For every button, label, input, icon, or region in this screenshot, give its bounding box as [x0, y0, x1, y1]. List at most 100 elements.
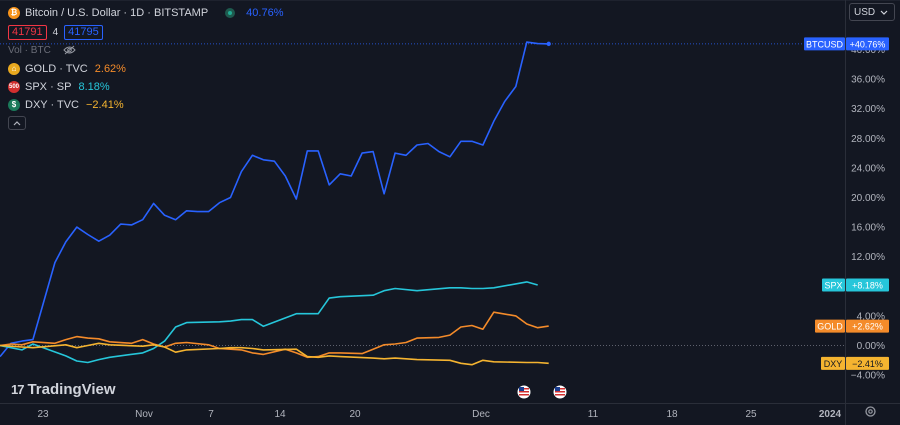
data-point-dxy[interactable]: [219, 348, 221, 350]
data-point-dxy[interactable]: [482, 359, 484, 361]
data-point-gold[interactable]: [449, 334, 451, 336]
data-point-gold[interactable]: [252, 352, 254, 354]
data-point-btcusd[interactable]: [230, 197, 232, 199]
data-point-spx[interactable]: [76, 360, 78, 362]
data-point-dxy[interactable]: [493, 361, 495, 363]
data-point-gold[interactable]: [65, 339, 67, 341]
data-point-spx[interactable]: [109, 356, 111, 358]
data-point-gold[interactable]: [142, 339, 144, 341]
data-point-spx[interactable]: [186, 322, 188, 324]
data-point-btcusd[interactable]: [394, 152, 396, 154]
data-point-gold[interactable]: [175, 342, 177, 344]
data-point-spx[interactable]: [317, 313, 319, 315]
data-point-gold[interactable]: [328, 352, 330, 354]
data-point-dxy[interactable]: [526, 362, 528, 364]
data-point-spx[interactable]: [372, 294, 374, 296]
data-point-spx[interactable]: [328, 297, 330, 299]
data-point-btcusd[interactable]: [405, 154, 407, 156]
data-point-dxy[interactable]: [21, 346, 23, 348]
data-point-btcusd[interactable]: [219, 202, 221, 204]
data-point-btcusd[interactable]: [460, 140, 462, 142]
data-point-dxy[interactable]: [186, 349, 188, 351]
data-point-btcusd[interactable]: [427, 143, 429, 145]
data-point-btcusd[interactable]: [208, 211, 210, 213]
data-point-spx[interactable]: [262, 325, 264, 327]
data-point-btcusd[interactable]: [32, 339, 34, 341]
data-point-gold[interactable]: [109, 341, 111, 343]
legend-item-spx[interactable]: 500 SPX · SP 8.18%: [8, 78, 283, 96]
data-point-btcusd[interactable]: [186, 210, 188, 212]
data-point-gold[interactable]: [262, 353, 264, 355]
data-point-btcusd[interactable]: [109, 234, 111, 236]
data-point-dxy[interactable]: [460, 362, 462, 364]
data-point-dxy[interactable]: [372, 357, 374, 359]
legend-item-dxy[interactable]: $ DXY · TVC −2.41%: [8, 96, 283, 114]
data-point-btcusd[interactable]: [87, 234, 89, 236]
data-point-dxy[interactable]: [317, 356, 319, 358]
data-point-spx[interactable]: [394, 288, 396, 290]
data-point-dxy[interactable]: [87, 345, 89, 347]
data-point-dxy[interactable]: [230, 347, 232, 349]
data-point-gold[interactable]: [383, 344, 385, 346]
data-point-gold[interactable]: [32, 341, 34, 343]
data-point-spx[interactable]: [241, 319, 243, 321]
data-point-spx[interactable]: [416, 290, 418, 292]
data-point-dxy[interactable]: [471, 364, 473, 366]
data-point-spx[interactable]: [164, 340, 166, 342]
us-flag-event-icon[interactable]: [553, 385, 567, 399]
buy-price-box[interactable]: 41795: [64, 25, 103, 40]
data-point-dxy[interactable]: [328, 355, 330, 357]
data-point-gold[interactable]: [186, 342, 188, 344]
data-point-gold[interactable]: [537, 327, 539, 329]
data-point-btcusd[interactable]: [21, 340, 23, 342]
data-point-gold[interactable]: [98, 338, 100, 340]
data-point-btcusd[interactable]: [54, 262, 56, 264]
data-point-btcusd[interactable]: [317, 150, 319, 152]
data-point-dxy[interactable]: [548, 362, 550, 364]
data-point-btcusd[interactable]: [416, 144, 418, 146]
data-point-btcusd[interactable]: [197, 211, 199, 213]
data-point-btcusd[interactable]: [493, 120, 495, 122]
sell-price-box[interactable]: 41791: [8, 25, 47, 40]
data-point-btcusd[interactable]: [252, 154, 254, 156]
data-point-gold[interactable]: [493, 311, 495, 313]
data-point-btcusd[interactable]: [504, 100, 506, 102]
data-point-dxy[interactable]: [405, 358, 407, 360]
data-point-gold[interactable]: [241, 349, 243, 351]
data-point-dxy[interactable]: [65, 344, 67, 346]
data-point-btcusd[interactable]: [482, 144, 484, 146]
data-point-btcusd[interactable]: [76, 226, 78, 228]
data-point-gold[interactable]: [405, 342, 407, 344]
tradingview-logo[interactable]: 17 TradingView: [11, 381, 116, 398]
data-point-spx[interactable]: [219, 321, 221, 323]
data-point-spx[interactable]: [460, 287, 462, 289]
data-point-gold[interactable]: [548, 325, 550, 327]
data-point-gold[interactable]: [10, 343, 12, 345]
data-point-gold[interactable]: [339, 352, 341, 354]
data-point-btcusd[interactable]: [471, 140, 473, 142]
data-point-gold[interactable]: [87, 337, 89, 339]
data-point-btcusd[interactable]: [438, 151, 440, 153]
data-point-gold[interactable]: [471, 325, 473, 327]
data-point-spx[interactable]: [526, 281, 528, 283]
data-point-gold[interactable]: [372, 348, 374, 350]
data-point-gold[interactable]: [515, 315, 517, 317]
data-point-spx[interactable]: [295, 313, 297, 315]
data-point-dxy[interactable]: [153, 344, 155, 346]
data-point-gold[interactable]: [394, 343, 396, 345]
data-point-btcusd[interactable]: [306, 150, 308, 152]
data-point-btcusd[interactable]: [328, 184, 330, 186]
data-point-btcusd[interactable]: [339, 173, 341, 175]
data-point-btcusd[interactable]: [262, 159, 264, 161]
data-point-btcusd[interactable]: [273, 160, 275, 162]
data-point-spx[interactable]: [175, 326, 177, 328]
data-point-btcusd[interactable]: [153, 203, 155, 205]
us-flag-event-icon[interactable]: [517, 385, 531, 399]
data-point-dxy[interactable]: [394, 357, 396, 359]
data-point-btcusd[interactable]: [175, 219, 177, 221]
data-point-btcusd[interactable]: [164, 214, 166, 216]
data-point-spx[interactable]: [306, 313, 308, 315]
data-point-dxy[interactable]: [175, 351, 177, 353]
data-point-gold[interactable]: [54, 342, 56, 344]
data-point-gold[interactable]: [526, 323, 528, 325]
